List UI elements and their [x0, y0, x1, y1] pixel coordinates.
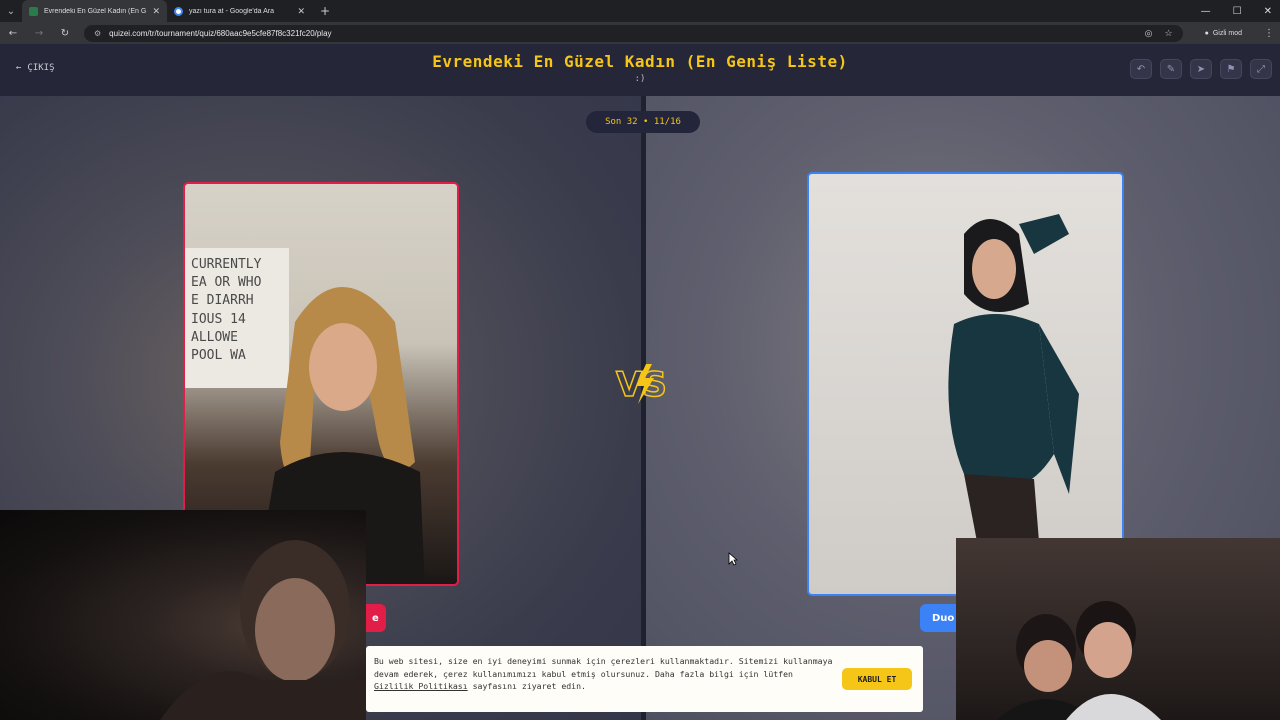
browser-tab-active[interactable]: Evrendeki En Güzel Kadın (En G ✕ — [22, 0, 167, 22]
share-icon[interactable]: ➤ — [1190, 59, 1212, 79]
flag-icon[interactable]: ⚑ — [1220, 59, 1242, 79]
close-window-icon[interactable]: ✕ — [1264, 6, 1272, 17]
right-contestant-card[interactable] — [807, 172, 1124, 596]
fullscreen-icon[interactable]: ⤢ — [1250, 59, 1272, 79]
google-favicon-icon — [174, 6, 183, 16]
page-subtitle: :) — [634, 74, 646, 84]
accept-cookies-button[interactable]: KABUL ET — [842, 668, 912, 690]
privacy-policy-link[interactable]: Gizlilik Politikası — [374, 681, 468, 691]
cookie-message: Bu web sitesi, size en iyi deneyimi sunm… — [374, 656, 833, 691]
bookmark-star-icon[interactable]: ☆ — [1165, 28, 1173, 39]
round-indicator: Son 32 • 11/16 — [586, 111, 700, 133]
webcam-right-overlay — [956, 538, 1280, 720]
site-info-icon[interactable]: ⚙ — [94, 29, 101, 38]
tab-title: yazı tura at - Google'da Ara — [189, 7, 274, 15]
page-title: Evrendeki En Güzel Kadın (En Geniş Liste… — [432, 52, 848, 71]
webcam-right-people — [996, 601, 1161, 720]
incognito-icon: ● — [1204, 29, 1209, 37]
incognito-label: Gizli mod — [1212, 29, 1242, 37]
window-controls: — ☐ ✕ — [1201, 0, 1272, 22]
center-divider — [641, 96, 646, 720]
cookie-banner: Bu web sitesi, size en iyi deneyimi sunm… — [366, 646, 923, 712]
close-tab-icon[interactable]: ✕ — [297, 6, 305, 17]
incognito-indicator[interactable]: ● Gizli mod — [1195, 30, 1252, 37]
browser-menu-icon[interactable]: ⋮ — [1264, 28, 1274, 39]
browser-toolbar: ← → ↻ ⚙ quizei.com/tr/tournament/quiz/68… — [0, 22, 1280, 44]
tab-title: Evrendeki En Güzel Kadın (En G — [44, 7, 147, 15]
undo-icon[interactable]: ↶ — [1130, 59, 1152, 79]
tab-search-icon[interactable]: ⌄ — [0, 0, 22, 22]
reload-icon[interactable]: ↻ — [58, 28, 72, 39]
new-tab-icon[interactable]: + — [320, 4, 330, 18]
back-icon[interactable]: ← — [6, 28, 20, 39]
eye-off-icon[interactable]: ◎ — [1145, 28, 1153, 39]
right-contestant-photo — [948, 214, 1079, 594]
webcam-left-person — [160, 540, 366, 720]
edit-icon[interactable]: ✎ — [1160, 59, 1182, 79]
versus-icon: VS — [615, 364, 668, 406]
quizei-favicon-icon — [29, 6, 38, 16]
maximize-icon[interactable]: ☐ — [1233, 6, 1242, 17]
webcam-left-overlay — [0, 510, 366, 720]
quiz-header: ← ÇIKIŞ Evrendeki En Güzel Kadın (En Gen… — [0, 44, 1280, 96]
close-tab-icon[interactable]: ✕ — [152, 6, 160, 17]
browser-tab[interactable]: yazı tura at - Google'da Ara ✕ — [167, 0, 312, 22]
header-actions: ↶ ✎ ➤ ⚑ ⤢ — [1130, 59, 1272, 79]
forward-icon[interactable]: → — [32, 28, 46, 39]
browser-tab-bar: ⌄ Evrendeki En Güzel Kadın (En G ✕ yazı … — [0, 0, 1280, 22]
mouse-cursor-icon — [728, 552, 738, 566]
url-text: quizei.com/tr/tournament/quiz/680aac9e5c… — [109, 28, 332, 38]
address-bar[interactable]: ⚙ quizei.com/tr/tournament/quiz/680aac9e… — [84, 24, 1183, 42]
minimize-icon[interactable]: — — [1201, 6, 1211, 17]
